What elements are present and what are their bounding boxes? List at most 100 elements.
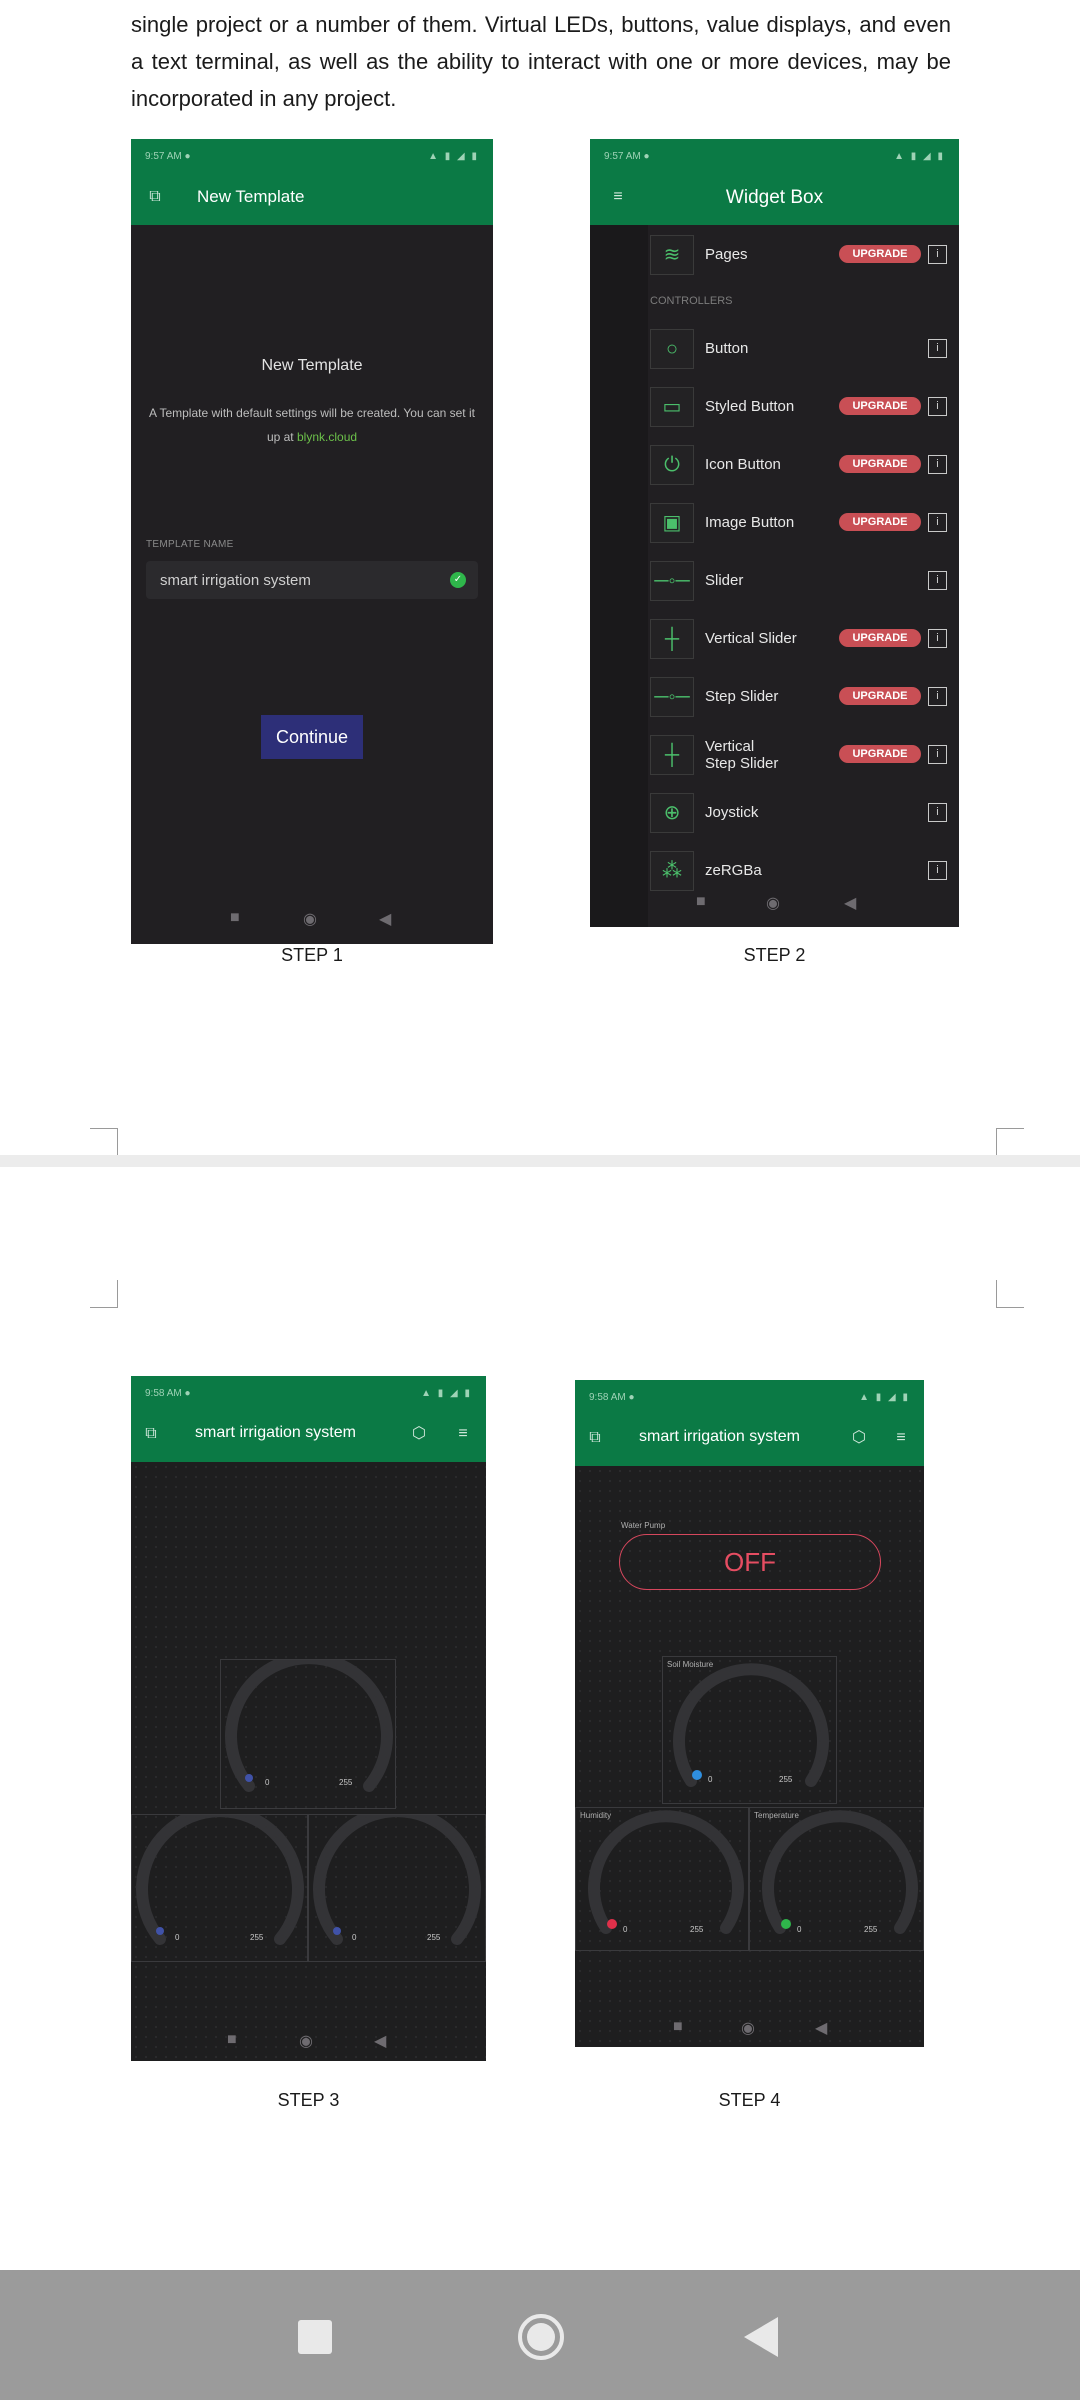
menu-icon[interactable]: ≡	[453, 1424, 473, 1444]
vertical-step-slider-icon: ┼	[650, 735, 694, 775]
template-name-field[interactable]: smart irrigation system ✓	[146, 561, 478, 599]
document-paragraph: single project or a number of them. Virt…	[131, 12, 951, 111]
info-icon[interactable]: i	[928, 745, 947, 764]
widget-row[interactable]: ─◦─ Slider i	[590, 551, 959, 609]
water-pump-toggle[interactable]: OFF	[619, 1534, 881, 1590]
info-icon[interactable]: i	[928, 687, 947, 706]
widget-name: Joystick	[705, 804, 759, 821]
recents-button[interactable]	[298, 2320, 332, 2354]
recents-icon: ■	[230, 909, 240, 926]
widget-row[interactable]: ▣ Image Button UPGRADE i	[590, 493, 959, 551]
widget-name: Vertical Step Slider	[705, 738, 779, 772]
info-icon[interactable]: i	[928, 339, 947, 358]
gauge-widget[interactable]: 0 255	[220, 1659, 396, 1809]
widget-row[interactable]: ○ Button i	[590, 319, 959, 377]
widget-row[interactable]: ≋ Pages UPGRADE i	[590, 225, 959, 283]
upgrade-badge[interactable]: UPGRADE	[839, 397, 921, 415]
upgrade-badge[interactable]: UPGRADE	[839, 513, 921, 531]
recents-icon: ■	[696, 893, 706, 910]
app-title: New Template	[197, 187, 305, 206]
crop-mark	[996, 1280, 1024, 1308]
gauge-min: 0	[797, 1925, 802, 1934]
back-icon: ◀	[815, 2020, 828, 2037]
info-icon[interactable]: i	[928, 455, 947, 474]
upgrade-badge[interactable]: UPGRADE	[839, 687, 921, 705]
widget-glyph: ⊕	[663, 802, 681, 824]
gauge-max: 255	[864, 1925, 878, 1934]
phone-nav-bar: ■ ◉ ◀	[590, 893, 959, 921]
home-button[interactable]	[518, 2314, 564, 2360]
zergba-icon: ⁂	[650, 851, 694, 891]
gauge-max: 255	[339, 1778, 353, 1787]
back-icon: ◀	[379, 911, 392, 928]
app-bar: ⧉ smart irrigation system ⬡ ≡	[575, 1410, 924, 1466]
widget-row[interactable]: ⁂ zeRGBa i	[590, 841, 959, 899]
widget-glyph: ⏻	[664, 454, 680, 476]
widget-name: Image Button	[705, 514, 795, 531]
temperature-gauge[interactable]: Temperature 0 255	[749, 1807, 924, 1951]
upgrade-badge[interactable]: UPGRADE	[839, 245, 921, 263]
info-icon[interactable]: i	[928, 571, 947, 590]
info-icon[interactable]: i	[928, 803, 947, 822]
slider-icon: ─◦─	[650, 561, 694, 601]
widget-row[interactable]: ─◦─ Step Slider UPGRADE i	[590, 667, 959, 725]
settings-icon[interactable]: ⬡	[849, 1428, 869, 1448]
app-title: smart irrigation system	[639, 1428, 800, 1445]
widget-glyph: ≋	[663, 244, 681, 266]
back-button[interactable]	[744, 2317, 778, 2357]
widget-glyph: ⁂	[662, 860, 682, 882]
continue-button[interactable]: Continue	[261, 715, 363, 759]
back-icon: ◀	[844, 895, 857, 912]
step1-screenshot: 9:57 AM ● ▲ ▮ ◢ ▮ ⧉ New Template New Temp…	[131, 139, 493, 944]
back-icon: ◀	[374, 2033, 387, 2050]
info-icon[interactable]: i	[928, 513, 947, 532]
step2-caption: STEP 2	[743, 945, 806, 965]
template-icon[interactable]: ⧉	[141, 1424, 161, 1444]
step-slider-icon: ─◦─	[650, 677, 694, 717]
humidity-gauge[interactable]: Humidity 0 255	[575, 1807, 749, 1951]
step2-screenshot: 9:57 AM ● ▲ ▮ ◢ ▮ ≡ Widget Box CONTROLLER…	[590, 139, 959, 927]
info-icon[interactable]: i	[928, 629, 947, 648]
app-title: smart irrigation system	[195, 1424, 356, 1441]
widget-row[interactable]: ┼ Vertical Slider UPGRADE i	[590, 609, 959, 667]
template-name-label: TEMPLATE NAME	[146, 539, 234, 550]
widget-name: Icon Button	[705, 456, 781, 473]
home-icon: ◉	[741, 2020, 755, 2037]
step4-screenshot: 9:58 AM ● ▲ ▮ ◢ ▮ ⧉ smart irrigation syst…	[575, 1380, 924, 2047]
upgrade-badge[interactable]: UPGRADE	[839, 455, 921, 473]
info-icon[interactable]: i	[928, 245, 947, 264]
menu-icon[interactable]: ≡	[891, 1428, 911, 1448]
template-icon[interactable]: ⧉	[145, 187, 165, 207]
gauge-arc	[136, 1815, 304, 1945]
crop-mark	[90, 1128, 118, 1156]
widget-row[interactable]: ⏻ Icon Button UPGRADE i	[590, 435, 959, 493]
app-bar: ≡ Widget Box	[590, 169, 959, 225]
widget-row[interactable]: ▭ Styled Button UPGRADE i	[590, 377, 959, 435]
dialog-description: A Template with default settings will be…	[149, 406, 475, 444]
widget-name: Slider	[705, 572, 744, 589]
settings-icon[interactable]: ⬡	[409, 1424, 429, 1444]
step3-caption: STEP 3	[277, 2090, 340, 2110]
check-icon: ✓	[450, 572, 466, 588]
gauge-max: 255	[779, 1775, 793, 1784]
info-icon[interactable]: i	[928, 397, 947, 416]
info-icon[interactable]: i	[928, 861, 947, 880]
image-icon: ▣	[650, 503, 694, 543]
gauge-min: 0	[708, 1775, 713, 1784]
dialog-heading: New Template	[261, 357, 363, 374]
gauge-arc	[588, 1810, 744, 1934]
template-icon[interactable]: ⧉	[585, 1428, 605, 1448]
upgrade-badge[interactable]: UPGRADE	[839, 629, 921, 647]
upgrade-badge[interactable]: UPGRADE	[839, 745, 921, 763]
gauge-widget[interactable]: 0 255	[308, 1814, 486, 1962]
phone-nav-bar: ■ ◉ ◀	[131, 909, 493, 937]
crop-mark	[996, 1128, 1024, 1156]
widget-row[interactable]: ┼ Vertical Step Slider UPGRADE i	[590, 725, 959, 783]
system-navigation-bar	[0, 2270, 1080, 2400]
gauge-arc	[762, 1810, 918, 1934]
widget-row[interactable]: ⊕ Joystick i	[590, 783, 959, 841]
blynk-cloud-link[interactable]: blynk.cloud	[297, 430, 357, 444]
gauge-widget[interactable]: 0 255	[131, 1814, 308, 1962]
widget-glyph: ▣	[662, 512, 682, 534]
soil-moisture-gauge[interactable]: Soil Moisture 0 255	[662, 1656, 837, 1804]
